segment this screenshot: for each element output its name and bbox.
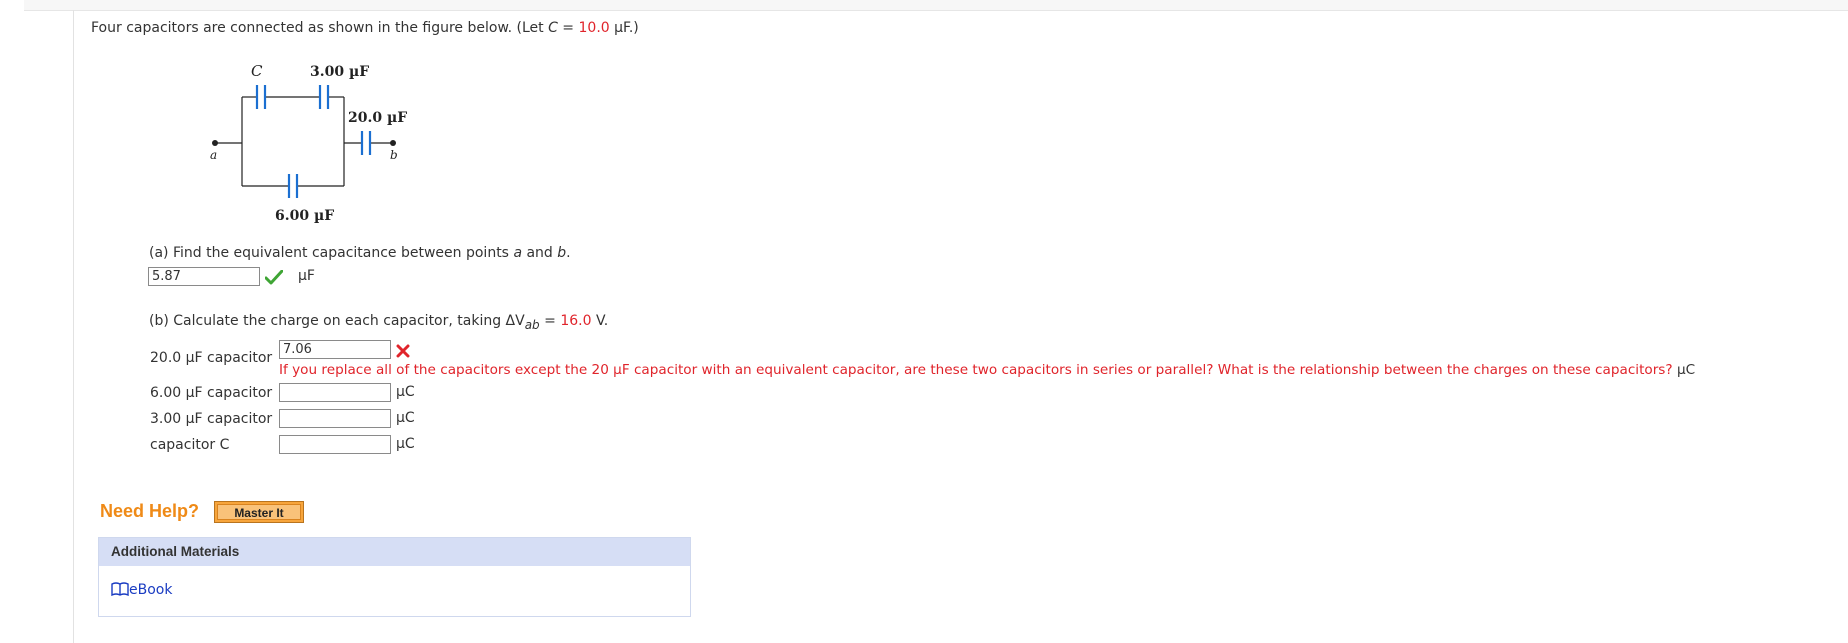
terminal-a [212, 140, 218, 146]
top-strip [24, 0, 1848, 11]
part-b-value: 16.0 [560, 313, 592, 329]
part-a-var-a: a [513, 245, 523, 261]
additional-materials-panel: Additional Materials eBook [98, 537, 691, 617]
part-a-prompt: (a) Find the equivalent capacitance betw… [149, 245, 571, 261]
need-help-label: Need Help? [100, 501, 200, 521]
master-it-button[interactable]: Master It [214, 501, 304, 523]
intro-value: 10.0 [578, 20, 610, 36]
label-a: a [210, 148, 217, 162]
checkmark-icon [265, 270, 283, 285]
label-b: b [390, 148, 398, 162]
label-3uF: 3.00 µF [310, 64, 369, 80]
incorrect-x-icon [396, 344, 410, 358]
part-b-prompt: (b) Calculate the charge on each capacit… [149, 313, 609, 332]
part-a-prefix: (a) Find the equivalent capacitance betw… [149, 245, 514, 261]
row-C-label-text: capacitor C [150, 437, 230, 453]
row-6uF-label: 6.00 µF capacitor [150, 385, 273, 401]
part-b-suffix: V. [591, 313, 609, 329]
row-3uF-answer-field[interactable] [279, 409, 391, 428]
row-C-label: capacitor C [150, 437, 229, 453]
label-6uF: 6.00 µF [275, 208, 334, 224]
row-20uF-label: 20.0 µF capacitor [150, 350, 273, 366]
intro-prefix: Four capacitors are connected as shown i… [91, 20, 549, 36]
row-C-answer-field[interactable] [279, 435, 391, 454]
feedback-unit: µC [1676, 362, 1696, 378]
part-b-eq: = [539, 313, 561, 329]
intro-eq: = [557, 20, 579, 36]
row-3uF-unit: µC [396, 410, 415, 426]
row-C-unit: µC [396, 436, 415, 452]
feedback-text: If you replace all of the capacitors exc… [279, 362, 1673, 378]
part-a-answer-field[interactable]: 5.87 [148, 267, 260, 286]
row-6uF-answer-field[interactable] [279, 383, 391, 402]
master-it-label: Master It [217, 504, 301, 520]
book-icon [111, 582, 129, 597]
ebook-label: eBook [129, 582, 173, 598]
part-a-suffix: . [566, 245, 571, 261]
feedback-message: If you replace all of the capacitors exc… [279, 362, 1695, 378]
part-a-mid: and [522, 245, 558, 261]
label-C: C [251, 62, 263, 80]
part-a-unit: µF [298, 268, 315, 284]
question-intro: Four capacitors are connected as shown i… [91, 20, 639, 36]
left-divider [73, 10, 74, 643]
label-20uF: 20.0 µF [348, 110, 407, 126]
row-20uF-answer-field[interactable]: 7.06 [279, 340, 391, 359]
terminal-b [390, 140, 396, 146]
ebook-link[interactable]: eBook [111, 582, 172, 598]
intro-var: C [548, 20, 558, 36]
additional-materials-title: Additional Materials [99, 538, 690, 566]
row-3uF-label: 3.00 µF capacitor [150, 411, 273, 427]
circuit-figure: C 3.00 µF 20.0 µF 6.00 µF a b [210, 62, 407, 224]
part-b-subscript: ab [524, 318, 540, 332]
part-a-var-b: b [557, 245, 567, 261]
intro-suffix: µF.) [609, 20, 639, 36]
row-6uF-unit: µC [396, 384, 415, 400]
part-b-prefix: (b) Calculate the charge on each capacit… [149, 313, 525, 329]
